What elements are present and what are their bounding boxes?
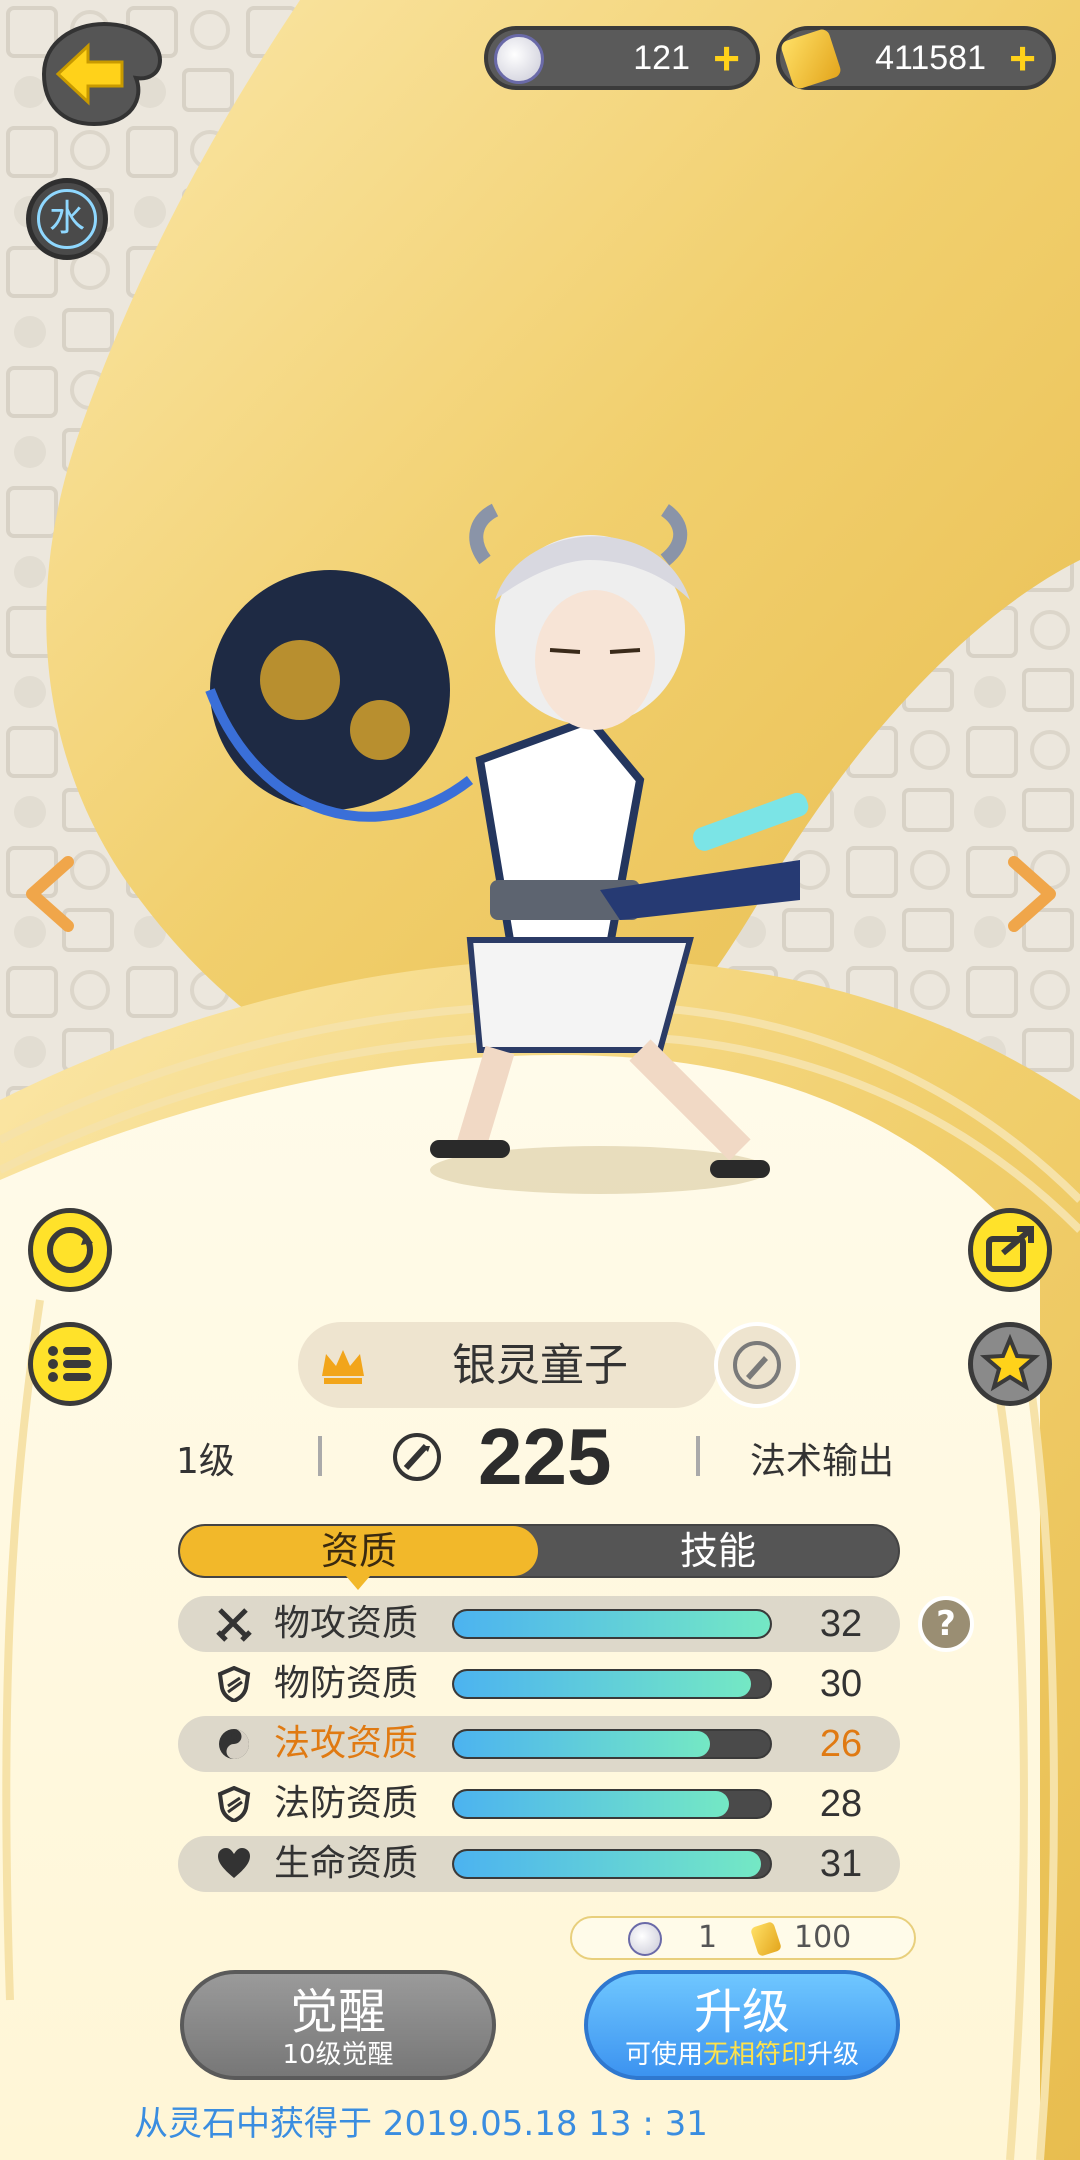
heart-icon: [218, 1848, 250, 1878]
tab-skills[interactable]: 技能: [538, 1526, 898, 1576]
stat-row: 法攻资质 26: [178, 1716, 900, 1772]
token-currency: 121 +: [484, 26, 760, 90]
gold-currency: 411581 +: [776, 26, 1056, 91]
stat-row: 物攻资质 32: [178, 1596, 900, 1652]
next-character-button[interactable]: [1004, 856, 1060, 932]
stat-value: 30: [819, 1663, 863, 1705]
list-icon: [48, 1346, 91, 1382]
share-icon: [986, 1226, 1034, 1272]
favorite-button[interactable]: [968, 1322, 1052, 1406]
shield-icon: [217, 1786, 251, 1822]
details-list-button[interactable]: [28, 1322, 112, 1406]
token-count: 121: [633, 38, 690, 77]
rotate-icon: [47, 1227, 93, 1273]
stat-label: 法防资质: [274, 1783, 419, 1824]
stat-value: 32: [819, 1603, 863, 1645]
chevron-left-icon: [26, 856, 74, 932]
crown-icon: [318, 1346, 368, 1386]
stat-bar: [452, 1609, 772, 1639]
gold-crystal-icon: [749, 1921, 783, 1957]
awaken-sublabel: 10级觉醒: [282, 2040, 394, 2070]
stat-label: 生命资质: [274, 1843, 419, 1884]
character-name: 银灵童子: [452, 1340, 628, 1391]
divider: [318, 1436, 322, 1476]
stat-label: 物攻资质: [274, 1603, 419, 1644]
back-arrow-icon: [41, 21, 163, 127]
upgrade-label: 升级: [693, 1984, 790, 2040]
previous-character-button[interactable]: [22, 856, 78, 932]
character-token-icon: [628, 1922, 662, 1956]
crossed-swords-icon: [216, 1608, 252, 1642]
stat-value: 26: [819, 1723, 863, 1765]
stat-bar: [452, 1669, 772, 1699]
active-tab-pointer: [346, 1576, 370, 1590]
stat-row: 物防资质 30: [178, 1656, 900, 1712]
edit-pencil-icon: [733, 1341, 781, 1389]
stat-bar-fill: [454, 1731, 710, 1757]
stat-bar-fill: [454, 1851, 761, 1877]
rename-button[interactable]: [714, 1322, 800, 1408]
awaken-button[interactable]: 觉醒 10级觉醒: [180, 1970, 496, 2080]
add-tokens-plus-icon[interactable]: +: [713, 35, 740, 81]
upgrade-button[interactable]: 升级 可使用无相符印升级: [584, 1970, 900, 2080]
stat-value: 28: [819, 1783, 863, 1825]
water-element-label: 水: [37, 189, 97, 249]
upgrade-cost: 1 100: [570, 1916, 916, 1960]
upgrade-sublabel: 可使用无相符印升级: [588, 2040, 896, 2070]
share-button[interactable]: [968, 1208, 1052, 1292]
character-token-icon: [494, 34, 544, 84]
stat-label: 法攻资质: [274, 1723, 419, 1764]
stat-bar-fill: [454, 1671, 752, 1697]
obtained-info: 从灵石中获得于 2019.05.18 13 : 31: [134, 2104, 708, 2144]
character-level: 1级: [176, 1441, 235, 1482]
upgrade-sub-suffix: 升级: [807, 2040, 860, 2070]
upgrade-sub-prefix: 可使用: [624, 2040, 703, 2070]
add-gold-plus-icon[interactable]: +: [1009, 35, 1036, 81]
stats-tabs: 资质 技能: [178, 1524, 900, 1578]
stat-bar: [452, 1849, 772, 1879]
back-button[interactable]: [24, 20, 164, 128]
stat-bar: [452, 1729, 772, 1759]
awaken-label: 觉醒: [289, 1984, 386, 2040]
gold-count: 411581: [875, 38, 986, 77]
token-cost: 1: [698, 1920, 718, 1955]
stat-row: 法防资质 28: [178, 1776, 900, 1832]
element-badge: 水: [26, 178, 108, 260]
chevron-right-icon: [1008, 856, 1056, 932]
character-role: 法术输出: [750, 1441, 895, 1482]
tab-aptitude[interactable]: 资质: [180, 1526, 538, 1576]
combat-power: 225: [478, 1412, 612, 1501]
stat-bar-fill: [454, 1791, 729, 1817]
stat-label: 物防资质: [274, 1663, 419, 1704]
upgrade-sub-item: 无相符印: [702, 2040, 807, 2070]
stat-bar-fill: [454, 1611, 770, 1637]
star-icon: [979, 1333, 1041, 1392]
question-mark-icon: ?: [936, 1604, 956, 1644]
power-icon: [392, 1432, 442, 1482]
divider: [696, 1436, 700, 1476]
gold-crystal-icon: [779, 27, 843, 91]
aptitude-help-button[interactable]: ?: [918, 1596, 974, 1652]
gold-cost: 100: [794, 1920, 852, 1955]
rotate-view-button[interactable]: [28, 1208, 112, 1292]
stat-row: 生命资质 31: [178, 1836, 900, 1892]
stat-bar: [452, 1789, 772, 1819]
yin-yang-icon: [219, 1729, 249, 1759]
stat-value: 31: [819, 1843, 863, 1885]
shield-icon: [217, 1666, 251, 1702]
